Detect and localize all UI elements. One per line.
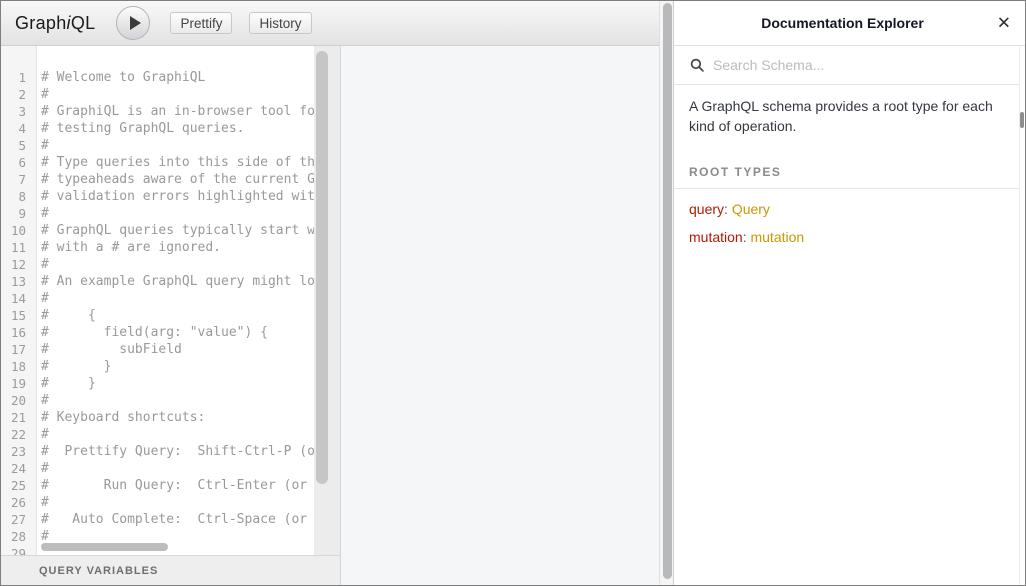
query-editor-pane: 1234567891011121314151617181920212223242…	[1, 46, 341, 555]
code-line: # Run Query: Ctrl-Enter (or press the pl…	[41, 477, 314, 494]
field-name: mutation	[689, 229, 743, 245]
line-number: 19	[1, 375, 36, 392]
code-line: # An example GraphQL query might look li…	[41, 273, 314, 290]
separator: :	[724, 201, 732, 217]
code-line: #	[41, 256, 314, 273]
code-line: #	[41, 392, 314, 409]
code-line: # GraphQL queries typically start with a…	[41, 222, 314, 239]
root-types-list: query: Query mutation: mutation	[689, 202, 1010, 245]
line-number: 14	[1, 290, 36, 307]
line-number: 24	[1, 460, 36, 477]
code-line: #	[41, 205, 314, 222]
code-line: # subField	[41, 341, 314, 358]
doc-explorer-body: A GraphQL schema provides a root type fo…	[674, 85, 1025, 245]
doc-explorer-header: Documentation Explorer ✕	[674, 1, 1025, 46]
main-scrollbar-thumb[interactable]	[663, 3, 672, 579]
line-number: 4	[1, 120, 36, 137]
line-number: 11	[1, 239, 36, 256]
toolbar: GraphiQL Prettify History	[1, 1, 659, 46]
code-line: # Keyboard shortcuts:	[41, 409, 314, 426]
close-icon: ✕	[997, 14, 1011, 33]
code-line: # Welcome to GraphiQL	[41, 69, 314, 86]
type-name-link[interactable]: Query	[732, 201, 770, 217]
line-number: 18	[1, 358, 36, 375]
code-line: #	[41, 290, 314, 307]
code-line: # {	[41, 307, 314, 324]
field-name: query	[689, 201, 724, 217]
graphiql-logo: GraphiQL	[15, 13, 95, 34]
line-number: 9	[1, 205, 36, 222]
line-number: 25	[1, 477, 36, 494]
line-number: 23	[1, 443, 36, 460]
line-number: 16	[1, 324, 36, 341]
line-number: 12	[1, 256, 36, 273]
line-number: 8	[1, 188, 36, 205]
close-doc-explorer-button[interactable]: ✕	[997, 15, 1011, 32]
line-number: 29	[1, 545, 36, 555]
code-line: #	[41, 86, 314, 103]
code-line: # validation errors highlighted within t…	[41, 188, 314, 205]
code-line: # }	[41, 358, 314, 375]
code-line: # Auto Complete: Ctrl-Space (or just sta…	[41, 511, 314, 528]
code-line: #	[41, 137, 314, 154]
query-text: # Welcome to GraphiQL## GraphiQL is an i…	[37, 46, 314, 555]
line-number: 7	[1, 171, 36, 188]
code-line: # Prettify Query: Shift-Ctrl-P (or press…	[41, 443, 314, 460]
code-line: # Type queries into this side of the scr…	[41, 154, 314, 171]
line-number: 15	[1, 307, 36, 324]
line-number: 26	[1, 494, 36, 511]
execute-query-button[interactable]	[116, 6, 150, 40]
search-icon	[690, 58, 705, 73]
code-line: # with a # are ignored.	[41, 239, 314, 256]
result-pane	[341, 46, 659, 585]
history-button[interactable]: History	[249, 12, 311, 34]
code-line: #	[41, 494, 314, 511]
code-line: # }	[41, 375, 314, 392]
line-number: 27	[1, 511, 36, 528]
line-number: 3	[1, 103, 36, 120]
doc-scrollbar	[1019, 46, 1025, 585]
query-variables-toggle[interactable]: QUERY VARIABLES	[39, 565, 158, 577]
line-number: 22	[1, 426, 36, 443]
code-line: # GraphiQL is an in-browser tool for wri…	[41, 103, 314, 120]
schema-description: A GraphQL schema provides a root type fo…	[689, 97, 1007, 136]
line-number: 21	[1, 409, 36, 426]
code-line: # typeaheads aware of the current GraphQ…	[41, 171, 314, 188]
graphiql-window: GraphiQL Prettify History 12345678910111…	[0, 0, 1026, 586]
line-number: 1	[1, 69, 36, 86]
editor-vertical-scrollbar[interactable]	[316, 51, 328, 484]
code-line: # field(arg: "value") {	[41, 324, 314, 341]
schema-search-input[interactable]	[713, 57, 1009, 73]
type-name-link[interactable]: mutation	[750, 229, 804, 245]
line-number: 28	[1, 528, 36, 545]
play-icon	[130, 16, 141, 30]
line-number: 10	[1, 222, 36, 239]
prettify-button[interactable]: Prettify	[170, 12, 232, 34]
line-number: 6	[1, 154, 36, 171]
code-line: #	[41, 426, 314, 443]
root-type-row: query: Query	[689, 202, 1010, 217]
line-number: 13	[1, 273, 36, 290]
doc-explorer-title: Documentation Explorer	[761, 15, 924, 31]
line-number: 5	[1, 137, 36, 154]
editor-horizontal-scrollbar[interactable]	[41, 543, 168, 551]
root-type-row: mutation: mutation	[689, 230, 1010, 245]
doc-scrollbar-thumb[interactable]	[1020, 112, 1024, 128]
main-scrollbar	[659, 1, 673, 585]
line-number: 17	[1, 341, 36, 358]
logo-text-post: QL	[71, 13, 96, 33]
line-number-gutter: 1234567891011121314151617181920212223242…	[1, 46, 37, 555]
query-variables-bar: QUERY VARIABLES	[1, 555, 341, 585]
code-line: # testing GraphQL queries.	[41, 120, 314, 137]
line-numbers: 1234567891011121314151617181920212223242…	[1, 46, 36, 555]
line-number: 2	[1, 86, 36, 103]
documentation-explorer-panel: Documentation Explorer ✕ A GraphQL schem…	[673, 1, 1025, 585]
doc-search-row	[674, 46, 1025, 85]
code-line: #	[41, 460, 314, 477]
root-types-heading: ROOT TYPES	[674, 165, 1025, 189]
query-editor[interactable]: # Welcome to GraphiQL## GraphiQL is an i…	[37, 46, 314, 555]
line-number: 20	[1, 392, 36, 409]
logo-text-pre: Graph	[15, 13, 67, 33]
